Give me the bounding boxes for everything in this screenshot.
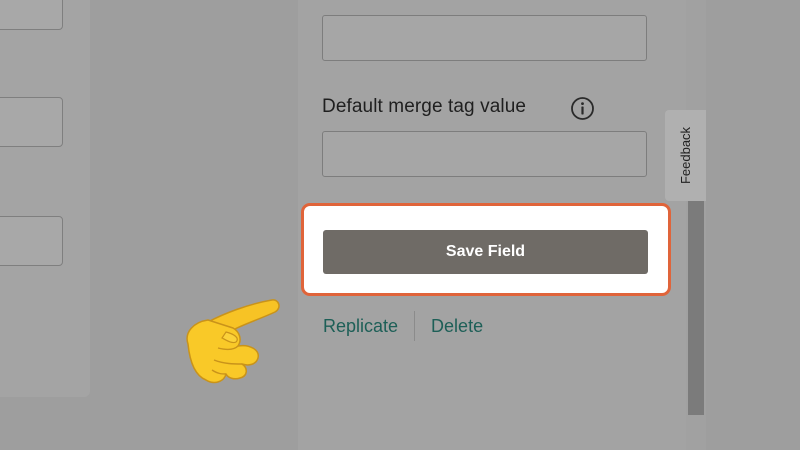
field-actions: Replicate Delete [323, 311, 483, 341]
default-merge-tag-input[interactable] [322, 131, 647, 177]
left-form-panel [0, 0, 90, 397]
replicate-link[interactable]: Replicate [323, 316, 398, 337]
save-field-button[interactable]: Save Field [323, 230, 648, 274]
info-icon[interactable] [570, 96, 595, 121]
field-text-input[interactable] [322, 15, 647, 61]
left-input-field[interactable] [0, 216, 63, 266]
scrollbar-thumb[interactable] [688, 195, 704, 415]
link-divider [414, 311, 416, 341]
left-input-field[interactable] [0, 0, 63, 30]
feedback-tab-label: Feedback [678, 126, 693, 185]
delete-link[interactable]: Delete [431, 316, 483, 337]
feedback-tab[interactable]: Feedback [665, 110, 706, 201]
pointing-hand-icon [186, 299, 280, 384]
default-merge-tag-label: Default merge tag value [322, 96, 527, 117]
left-input-field[interactable] [0, 97, 63, 147]
